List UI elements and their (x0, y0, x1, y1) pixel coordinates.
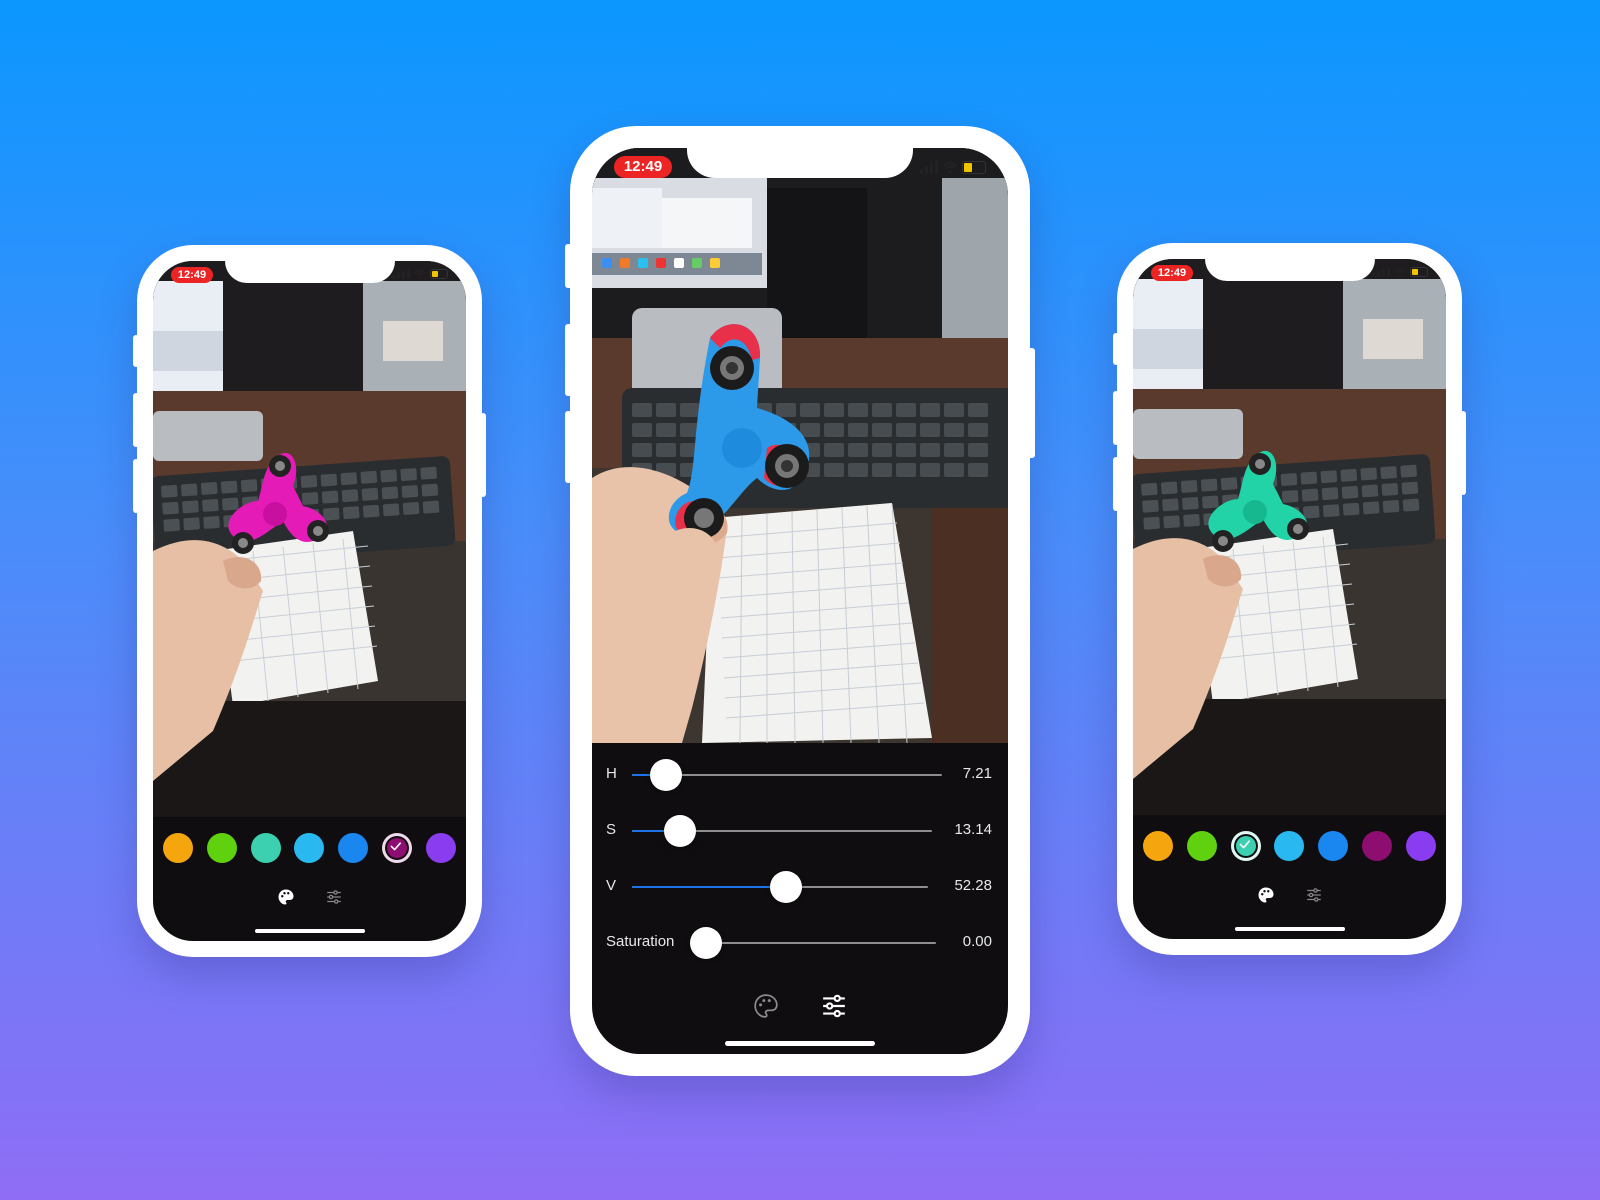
sliders-icon[interactable] (325, 888, 343, 906)
camera-preview (153, 261, 466, 817)
slider-v: V 52.28 (592, 867, 1008, 907)
side-button (133, 335, 139, 367)
screen: 12:49 H 7.21 S 13.14 V 52.28 Saturation … (592, 148, 1008, 1054)
side-button (1113, 333, 1119, 365)
palette-icon[interactable] (277, 888, 295, 906)
palette-icon[interactable] (1257, 886, 1275, 904)
phone-right: 12:49 (1113, 243, 1466, 955)
volume-down-button (1113, 457, 1119, 511)
signal-icon (392, 269, 410, 279)
swatch-purple[interactable] (425, 833, 456, 863)
signal-icon (920, 160, 938, 174)
camera-preview-image (592, 148, 1008, 743)
home-indicator (725, 1041, 875, 1046)
slider-saturation: Saturation 0.00 (592, 923, 1008, 963)
screen: 12:49 (1133, 259, 1446, 939)
swatch-light-blue[interactable] (1274, 831, 1305, 861)
swatch-purple[interactable] (1405, 831, 1436, 861)
volume-down-button (133, 459, 139, 513)
signal-icon (1372, 267, 1390, 277)
volume-down-button (565, 411, 572, 483)
slider-thumb[interactable] (769, 871, 802, 903)
slider-track[interactable] (690, 927, 936, 959)
power-button (1028, 348, 1035, 458)
slider-thumb[interactable] (650, 759, 683, 791)
slider-label: S (606, 821, 617, 838)
checkmark-icon (390, 842, 402, 851)
swatch-blue[interactable] (1318, 831, 1349, 861)
slider-label: H (606, 765, 617, 782)
status-icons (392, 269, 448, 279)
battery-icon (430, 269, 448, 279)
status-time: 12:49 (171, 267, 213, 283)
slider-thumb[interactable] (690, 927, 722, 959)
tab-bar (1133, 883, 1446, 907)
slider-value: 13.14 (954, 821, 992, 838)
camera-preview-image (1133, 259, 1446, 815)
wifi-icon (1394, 267, 1406, 277)
power-button (480, 413, 486, 497)
camera-preview (592, 148, 1008, 743)
swatch-teal[interactable] (250, 833, 281, 863)
notch (687, 148, 913, 178)
camera-preview (1133, 259, 1446, 815)
palette-icon[interactable] (753, 993, 779, 1019)
tab-bar (592, 991, 1008, 1021)
wifi-icon (942, 161, 958, 174)
volume-up-button (133, 393, 139, 447)
home-indicator (1234, 927, 1345, 931)
status-icons (1372, 267, 1428, 277)
volume-up-button (565, 324, 572, 396)
swatch-magenta[interactable] (382, 833, 413, 863)
notch (224, 261, 395, 283)
slider-value: 0.00 (962, 933, 992, 950)
checkmark-icon (1239, 840, 1250, 849)
status-time: 12:49 (614, 156, 672, 178)
swatch-orange[interactable] (163, 833, 193, 863)
swatch-teal[interactable] (1230, 831, 1261, 861)
color-swatches (163, 833, 456, 863)
status-icons (920, 160, 986, 174)
volume-up-button (1113, 391, 1119, 445)
swatch-green[interactable] (206, 833, 237, 863)
slider-thumb[interactable] (664, 815, 696, 847)
slider-value: 7.21 (962, 765, 992, 782)
home-indicator (254, 929, 365, 933)
power-button (1460, 411, 1466, 495)
slider-track[interactable] (632, 871, 928, 903)
camera-preview-image (153, 261, 466, 817)
notch (1204, 259, 1375, 281)
slider-track[interactable] (632, 815, 932, 847)
status-time: 12:49 (1151, 265, 1193, 281)
tab-bar (153, 885, 466, 909)
swatch-magenta[interactable] (1362, 831, 1393, 861)
slider-s: S 13.14 (592, 811, 1008, 851)
wifi-icon (414, 269, 426, 279)
sliders-icon[interactable] (1305, 886, 1323, 904)
side-button (565, 244, 572, 288)
battery-icon (1410, 267, 1428, 277)
slider-label: V (606, 877, 617, 894)
slider-track[interactable] (632, 759, 942, 791)
slider-fill (632, 886, 786, 888)
screen: 12:49 (153, 261, 466, 941)
slider-label: Saturation (606, 933, 675, 950)
slider-h: H 7.21 (592, 755, 1008, 795)
slider-value: 52.28 (954, 877, 992, 894)
swatch-green[interactable] (1186, 831, 1217, 861)
adjustment-panel: H 7.21 S 13.14 V 52.28 Saturation 0.00 (592, 743, 1008, 1054)
swatch-light-blue[interactable] (294, 833, 325, 863)
phone-center: 12:49 H 7.21 S 13.14 V 52.28 Saturation … (565, 126, 1035, 1076)
sliders-icon[interactable] (821, 993, 847, 1019)
color-swatches (1143, 831, 1436, 861)
swatch-orange[interactable] (1143, 831, 1173, 861)
battery-icon (962, 161, 986, 174)
phone-left: 12:49 (133, 245, 486, 957)
swatch-blue[interactable] (338, 833, 369, 863)
